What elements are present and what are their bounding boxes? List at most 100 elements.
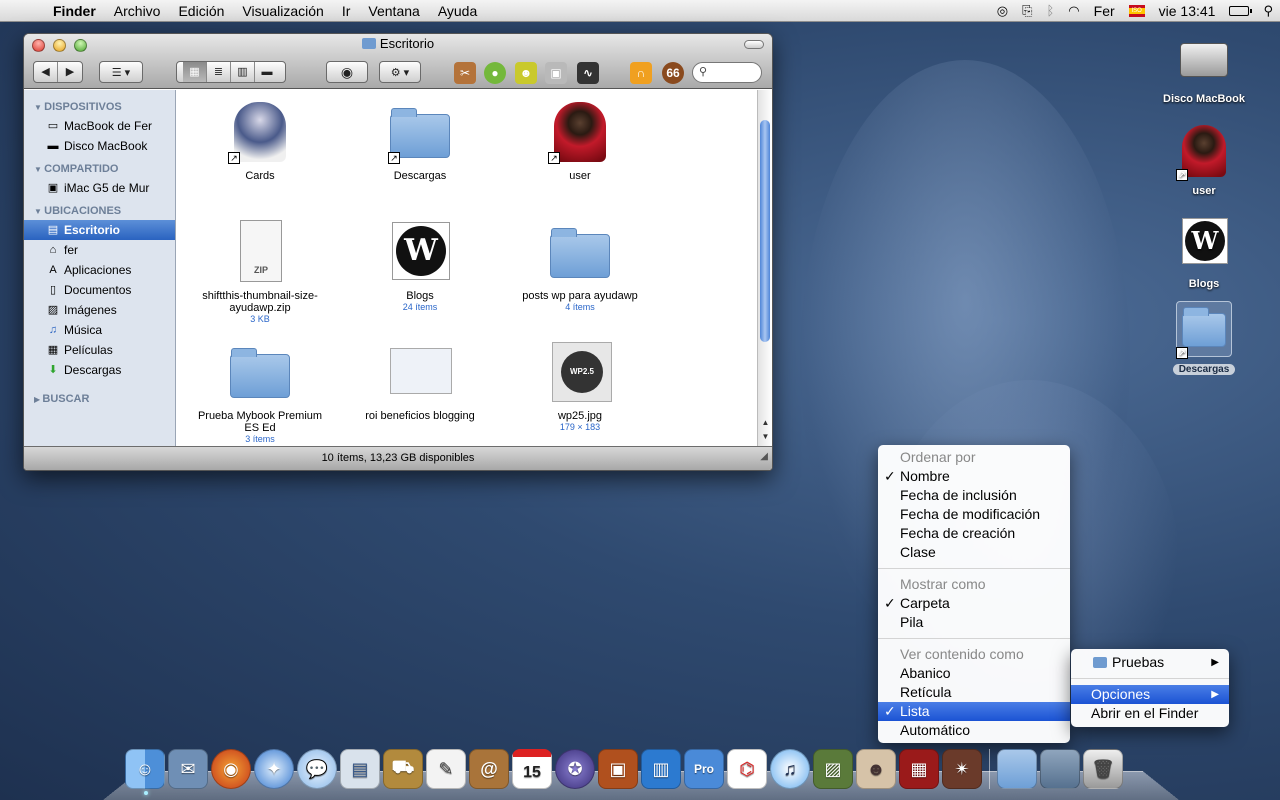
scroll-down-arrow[interactable]: ▼ xyxy=(758,432,772,446)
menu-ventana[interactable]: Ventana xyxy=(359,0,428,22)
transmit-dock-icon[interactable]: ⛟ xyxy=(383,749,423,789)
sidebar-item-musica[interactable]: ♫ Música xyxy=(24,320,175,340)
icon-view-button[interactable]: ▦ xyxy=(183,62,207,82)
file-item-descargas[interactable]: ↗ Descargas xyxy=(340,100,500,182)
sidebar-item-descargas[interactable]: ⬇ Descargas xyxy=(24,360,175,380)
route-66-icon[interactable]: 66 xyxy=(662,62,684,84)
path-popup-button[interactable]: ☰ ▾ xyxy=(99,61,143,83)
file-item-wp25[interactable]: WP2.5 wp25.jpg 179 × 183 xyxy=(500,340,660,432)
finder-dock-icon[interactable]: ☺ xyxy=(125,749,165,789)
coverflow-view-button[interactable]: ▬ xyxy=(255,62,279,82)
menu-archivo[interactable]: Archivo xyxy=(105,0,170,22)
preview-dock-icon[interactable]: ▤ xyxy=(340,749,380,789)
sidebar-header-buscar[interactable]: BUSCAR xyxy=(24,390,175,408)
resize-grip-icon[interactable]: ◢ xyxy=(760,445,768,468)
clock[interactable]: vie 13:41 xyxy=(1159,3,1216,19)
safari-dock-icon[interactable]: ✦ xyxy=(254,749,294,789)
sidebar-item-macbook[interactable]: ▭ MacBook de Fer xyxy=(24,116,175,136)
toolbar-app-fox-icon[interactable]: ✂ xyxy=(454,62,476,84)
ical-dock-icon[interactable]: 15 xyxy=(512,749,552,789)
sidebar-item-imac[interactable]: ▣ iMac G5 de Mur xyxy=(24,178,175,198)
menu-item-fecha-creacion[interactable]: Fecha de creación xyxy=(878,524,1070,543)
list-view-button[interactable]: ≣ xyxy=(207,62,231,82)
battery-icon[interactable] xyxy=(1229,5,1253,16)
action-menu-button[interactable]: ⚙ ▾ xyxy=(379,61,421,83)
sidebar-header-ubicaciones[interactable]: UBICACIONES xyxy=(24,202,175,220)
iphoto-dock-icon[interactable]: ▨ xyxy=(813,749,853,789)
sidebar-item-aplicaciones[interactable]: A Aplicaciones xyxy=(24,260,175,280)
sidebar-header-compartido[interactable]: COMPARTIDO xyxy=(24,160,175,178)
menu-item-pila[interactable]: Pila xyxy=(878,613,1070,632)
sidebar-item-fer[interactable]: ⌂ fer xyxy=(24,240,175,260)
menu-item-lista[interactable]: Lista xyxy=(878,702,1070,721)
menu-ir[interactable]: Ir xyxy=(333,0,360,22)
menu-item-nombre[interactable]: Nombre xyxy=(878,467,1070,486)
quick-look-button[interactable]: ◉ xyxy=(326,61,368,83)
toolbar-app-orange-icon[interactable]: ∩ xyxy=(630,62,652,84)
user-menu[interactable]: Fer xyxy=(1094,3,1115,19)
script-icon[interactable]: ⎘ xyxy=(1022,3,1032,19)
menu-item-carpeta[interactable]: Carpeta xyxy=(878,594,1070,613)
menu-visualizacion[interactable]: Visualización xyxy=(233,0,332,22)
documents-stack-icon[interactable] xyxy=(997,749,1037,789)
iweb-dock-icon[interactable]: ✪ xyxy=(555,749,595,789)
wifi-icon[interactable]: ◠ xyxy=(1068,3,1079,19)
vertical-scrollbar[interactable]: ▲ ▼ xyxy=(757,90,772,446)
menu-item-fecha-modificacion[interactable]: Fecha de modificación xyxy=(878,505,1070,524)
itunes-dock-icon[interactable]: ♫ xyxy=(770,749,810,789)
file-item-roi[interactable]: roi beneficios blogging xyxy=(340,340,500,422)
scroll-up-arrow[interactable]: ▲ xyxy=(758,418,772,432)
toolbar-app-green-icon[interactable]: ● xyxy=(484,62,506,84)
search-field[interactable]: ⚲ xyxy=(692,62,762,83)
sidebar-item-peliculas[interactable]: ▦ Películas xyxy=(24,340,175,360)
file-item-user[interactable]: ↗ user xyxy=(500,100,660,182)
spotlight-icon[interactable]: ⚲ xyxy=(1263,3,1273,19)
mail-dock-icon[interactable]: ✉ xyxy=(168,749,208,789)
forward-button[interactable]: ▶ xyxy=(58,62,82,82)
textedit-dock-icon[interactable]: ✎ xyxy=(426,749,466,789)
sidebar-item-escritorio[interactable]: ▤ Escritorio xyxy=(24,220,175,240)
downloads-stack-icon[interactable] xyxy=(1040,749,1080,789)
toolbar-app-system-icon[interactable]: ▣ xyxy=(545,62,567,84)
desktop-icon-user[interactable]: ↗ user xyxy=(1154,125,1254,197)
menu-ayuda[interactable]: Ayuda xyxy=(429,0,486,22)
menu-item-abrir-finder[interactable]: Abrir en el Finder xyxy=(1071,704,1229,723)
menu-item-pruebas[interactable]: Pruebas ▶ xyxy=(1071,653,1229,672)
menu-item-opciones[interactable]: Opciones ▶ xyxy=(1071,685,1229,704)
sidebar-item-imagenes[interactable]: ▨ Imágenes xyxy=(24,300,175,320)
column-view-button[interactable]: ▥ xyxy=(231,62,255,82)
acrobat-dock-icon[interactable]: ⌬ xyxy=(727,749,767,789)
game-dock-icon[interactable]: ✴ xyxy=(942,749,982,789)
sidebar-item-disco[interactable]: ▬ Disco MacBook xyxy=(24,136,175,156)
activity-monitor-icon[interactable]: ∿ xyxy=(577,62,599,84)
photo-booth-dock-icon[interactable]: ☻ xyxy=(856,749,896,789)
bluetooth-icon[interactable]: ᛒ xyxy=(1046,3,1054,18)
file-item-prueba[interactable]: Prueba Mybook Premium ES Ed 3 ítems xyxy=(180,340,340,444)
file-item-blogs[interactable]: W Blogs 24 ítems xyxy=(340,220,500,312)
front-row-dock-icon[interactable]: ▦ xyxy=(899,749,939,789)
file-item-cards[interactable]: ↗ Cards xyxy=(180,100,340,182)
desktop-icon-disco[interactable]: Disco MacBook xyxy=(1154,33,1254,105)
menu-item-automatico[interactable]: Automático xyxy=(878,721,1070,740)
keynote-dock-icon[interactable]: ▣ xyxy=(598,749,638,789)
firefox-dock-icon[interactable]: ◉ xyxy=(211,749,251,789)
sidebar-item-documentos[interactable]: ▯ Documentos xyxy=(24,280,175,300)
pro-app-dock-icon[interactable]: Pro xyxy=(684,749,724,789)
address-book-dock-icon[interactable]: @ xyxy=(469,749,509,789)
toolbar-toggle-button[interactable] xyxy=(744,40,764,49)
toolbar-app-yellow-icon[interactable]: ☻ xyxy=(515,62,537,84)
menu-item-reticula[interactable]: Retícula xyxy=(878,683,1070,702)
scroll-thumb[interactable] xyxy=(760,120,770,342)
file-item-posts[interactable]: posts wp para ayudawp 4 ítems xyxy=(500,220,660,312)
input-flag-icon[interactable]: ISO xyxy=(1128,4,1145,17)
menu-item-fecha-inclusion[interactable]: Fecha de inclusión xyxy=(878,486,1070,505)
menu-item-abanico[interactable]: Abanico xyxy=(878,664,1070,683)
back-button[interactable]: ◀ xyxy=(34,62,58,82)
menu-edicion[interactable]: Edición xyxy=(169,0,233,22)
time-machine-icon[interactable]: ◎ xyxy=(997,3,1008,19)
numbers-dock-icon[interactable]: ▥ xyxy=(641,749,681,789)
ichat-dock-icon[interactable]: 💬 xyxy=(297,749,337,789)
desktop-icon-blogs[interactable]: W Blogs xyxy=(1154,218,1254,290)
trash-icon[interactable]: 🗑 xyxy=(1083,749,1123,789)
menu-finder[interactable]: Finder xyxy=(44,0,105,22)
